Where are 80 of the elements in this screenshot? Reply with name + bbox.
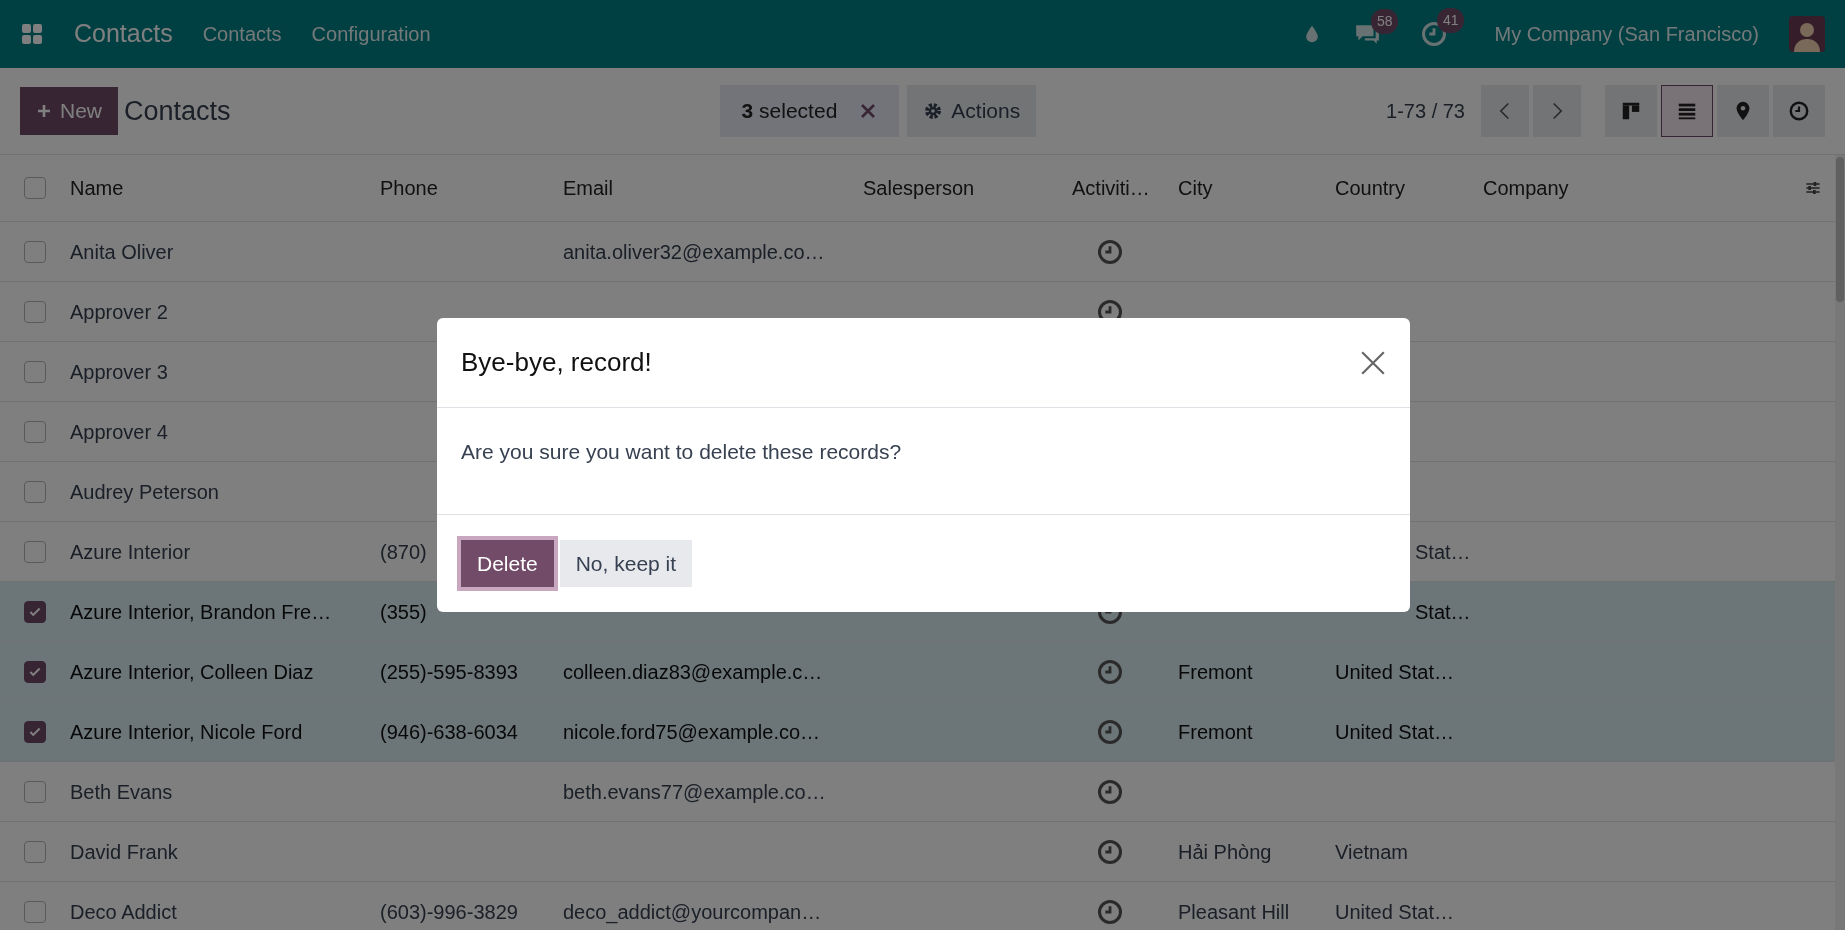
page-title: Contacts [124, 94, 231, 128]
phone-number: (603)-996-3829 [380, 900, 518, 923]
app-title[interactable]: Contacts [74, 15, 173, 53]
country-name: Stat… [1415, 540, 1471, 563]
activity-count-badge: 41 [1436, 8, 1465, 33]
city-name: Hải Phòng [1178, 840, 1272, 863]
menu-item[interactable]: Contacts [202, 19, 282, 49]
city-name: Fremont [1178, 660, 1253, 683]
email-address: colleen.diaz83@example.c… [563, 660, 823, 683]
contact-name: Beth Evans [70, 780, 173, 803]
city-name: Pleasant Hill [1178, 900, 1290, 923]
view-button[interactable] [1661, 85, 1713, 137]
contact-name: Deco Addict [70, 900, 177, 923]
row-checkbox[interactable] [24, 600, 46, 623]
clock-icon [1788, 100, 1810, 122]
contact-name: Azure Interior, Brandon Fre… [70, 600, 332, 623]
view-button[interactable] [1605, 85, 1657, 137]
contact-name: Azure Interior, Colleen Diaz [70, 660, 314, 683]
column-header[interactable]: Name [70, 173, 380, 203]
phone-number: (946)-638-6034 [380, 720, 518, 743]
row-checkbox[interactable] [24, 360, 46, 383]
contact-name: Anita Oliver [70, 240, 174, 263]
view-button[interactable] [1773, 85, 1825, 137]
company-switcher[interactable]: My Company (San Francisco) [1494, 19, 1759, 49]
row-checkbox[interactable] [24, 900, 46, 923]
apps-menu-icon[interactable] [20, 22, 44, 46]
column-header[interactable]: Company [1483, 173, 1805, 203]
plus-icon [36, 103, 52, 119]
pager-value: 1-73 / 73 [1386, 99, 1465, 124]
row-checkbox[interactable] [24, 540, 46, 563]
dialog-title: Bye-bye, record! [461, 346, 652, 379]
city-name: Fremont [1178, 720, 1253, 743]
message-count-badge: 58 [1370, 9, 1399, 34]
close-icon[interactable] [859, 102, 878, 120]
cancel-button[interactable]: No, keep it [559, 539, 693, 588]
kanban-icon [1620, 100, 1642, 122]
email-address: beth.evans77@example.co… [563, 780, 826, 803]
column-header[interactable]: City [1178, 173, 1335, 203]
contact-name: David Frank [70, 840, 178, 863]
country-name: United Stat… [1335, 660, 1454, 683]
row-checkbox[interactable] [24, 300, 46, 323]
contact-name: Approver 3 [70, 360, 168, 383]
select-all-checkbox[interactable] [24, 177, 46, 199]
row-checkbox[interactable] [24, 660, 46, 683]
email-address: nicole.ford75@example.co… [563, 720, 821, 743]
email-address: anita.oliver32@example.co… [563, 240, 825, 263]
close-icon[interactable] [1360, 349, 1386, 376]
country-name: United Stat… [1335, 900, 1454, 923]
avatar-icon[interactable] [1789, 16, 1825, 52]
gear-icon [923, 101, 944, 121]
scrollbar-thumb[interactable] [1836, 157, 1844, 302]
column-header[interactable]: Country [1335, 173, 1483, 203]
column-header[interactable]: Activiti… [1072, 173, 1178, 203]
contact-name: Approver 4 [70, 420, 168, 443]
row-checkbox[interactable] [24, 720, 46, 743]
row-checkbox[interactable] [24, 420, 46, 443]
row-checkbox[interactable] [24, 480, 46, 503]
menu-item[interactable]: Configuration [311, 19, 431, 49]
phone-number: (870) [380, 540, 427, 563]
selection-count: 3 selected [741, 98, 838, 125]
row-checkbox[interactable] [24, 840, 46, 863]
row-checkbox[interactable] [24, 240, 46, 263]
column-header[interactable]: Email [563, 173, 863, 203]
country-name: Stat… [1415, 600, 1471, 623]
country-name: United Stat… [1335, 720, 1454, 743]
column-header[interactable]: Phone [380, 173, 563, 203]
phone-number: (355) [380, 600, 427, 623]
country-name: Vietnam [1335, 840, 1408, 863]
contact-name: Azure Interior [70, 540, 191, 563]
contact-name: Approver 2 [70, 300, 168, 323]
dialog-message: Are you sure you want to delete these records? [461, 440, 902, 463]
actions-button[interactable]: Actions [907, 85, 1037, 137]
phone-number: (255)-595-8393 [380, 660, 518, 683]
contact-name: Audrey Peterson [70, 480, 219, 503]
new-button[interactable]: New [20, 87, 118, 135]
row-checkbox[interactable] [24, 780, 46, 803]
column-header[interactable]: Salesperson [863, 173, 1072, 203]
email-address: deco_addict@yourcompan… [563, 900, 822, 923]
view-button[interactable] [1717, 85, 1769, 137]
contact-name: Azure Interior, Nicole Ford [70, 720, 303, 743]
